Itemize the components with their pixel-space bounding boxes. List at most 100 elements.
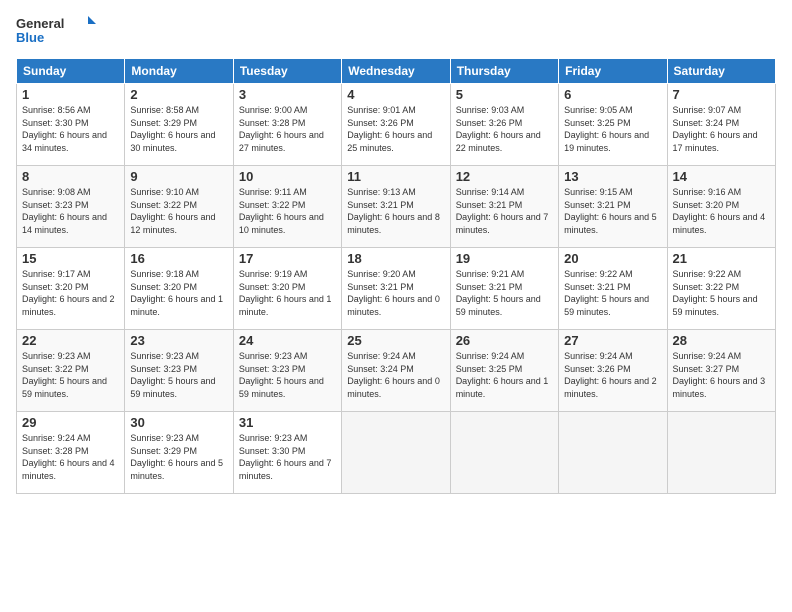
calendar-cell: 15 Sunrise: 9:17 AM Sunset: 3:20 PM Dayli…: [17, 248, 125, 330]
calendar-page: General Blue SundayMondayTuesdayWednesda…: [0, 0, 792, 612]
day-info: Sunrise: 9:22 AM Sunset: 3:22 PM Dayligh…: [673, 268, 770, 318]
calendar-cell: 30Sunrise: 9:23 AM Sunset: 3:29 PM Dayli…: [125, 412, 233, 494]
day-number: 13: [564, 169, 661, 184]
day-number: 29: [22, 415, 119, 430]
day-info: Sunrise: 9:00 AM Sunset: 3:28 PM Dayligh…: [239, 104, 336, 154]
weekday-header: Wednesday: [342, 59, 450, 84]
day-number: 20: [564, 251, 661, 266]
day-info: Sunrise: 9:22 AM Sunset: 3:21 PM Dayligh…: [564, 268, 661, 318]
day-info: Sunrise: 9:23 AM Sunset: 3:22 PM Dayligh…: [22, 350, 119, 400]
calendar-cell: 28 Sunrise: 9:24 AM Sunset: 3:27 PM Dayli…: [667, 330, 775, 412]
calendar-cell: 19Sunrise: 9:21 AM Sunset: 3:21 PM Dayli…: [450, 248, 558, 330]
day-info: Sunrise: 9:18 AM Sunset: 3:20 PM Dayligh…: [130, 268, 227, 318]
day-number: 16: [130, 251, 227, 266]
calendar-cell: 13Sunrise: 9:15 AM Sunset: 3:21 PM Dayli…: [559, 166, 667, 248]
day-number: 22: [22, 333, 119, 348]
calendar-cell: 31 Sunrise: 9:23 AM Sunset: 3:30 PM Dayli…: [233, 412, 341, 494]
calendar-cell: 24Sunrise: 9:23 AM Sunset: 3:23 PM Dayli…: [233, 330, 341, 412]
calendar-cell: 12Sunrise: 9:14 AM Sunset: 3:21 PM Dayli…: [450, 166, 558, 248]
day-info: Sunrise: 9:19 AM Sunset: 3:20 PM Dayligh…: [239, 268, 336, 318]
day-number: 2: [130, 87, 227, 102]
day-info: Sunrise: 9:24 AM Sunset: 3:28 PM Dayligh…: [22, 432, 119, 482]
calendar-cell: 25 Sunrise: 9:24 AM Sunset: 3:24 PM Dayli…: [342, 330, 450, 412]
day-number: 15: [22, 251, 119, 266]
day-number: 14: [673, 169, 770, 184]
calendar-cell: 2Sunrise: 8:58 AM Sunset: 3:29 PM Daylig…: [125, 84, 233, 166]
calendar-cell: 18 Sunrise: 9:20 AM Sunset: 3:21 PM Dayli…: [342, 248, 450, 330]
calendar-cell: 14 Sunrise: 9:16 AM Sunset: 3:20 PM Dayli…: [667, 166, 775, 248]
calendar-cell: [450, 412, 558, 494]
calendar-cell: 3 Sunrise: 9:00 AM Sunset: 3:28 PM Daylig…: [233, 84, 341, 166]
calendar-cell: 26 Sunrise: 9:24 AM Sunset: 3:25 PM Dayli…: [450, 330, 558, 412]
day-number: 26: [456, 333, 553, 348]
day-info: Sunrise: 9:24 AM Sunset: 3:25 PM Dayligh…: [456, 350, 553, 400]
weekday-header: Thursday: [450, 59, 558, 84]
day-number: 25: [347, 333, 444, 348]
day-number: 23: [130, 333, 227, 348]
calendar-cell: 10 Sunrise: 9:11 AM Sunset: 3:22 PM Dayli…: [233, 166, 341, 248]
day-number: 17: [239, 251, 336, 266]
calendar-cell: 11Sunrise: 9:13 AM Sunset: 3:21 PM Dayli…: [342, 166, 450, 248]
day-info: Sunrise: 9:23 AM Sunset: 3:29 PM Dayligh…: [130, 432, 227, 482]
day-number: 4: [347, 87, 444, 102]
day-info: Sunrise: 9:20 AM Sunset: 3:21 PM Dayligh…: [347, 268, 444, 318]
calendar-cell: 8 Sunrise: 9:08 AM Sunset: 3:23 PM Daylig…: [17, 166, 125, 248]
day-info: Sunrise: 9:05 AM Sunset: 3:25 PM Dayligh…: [564, 104, 661, 154]
header: General Blue: [16, 12, 776, 52]
calendar-table: SundayMondayTuesdayWednesdayThursdayFrid…: [16, 58, 776, 494]
day-info: Sunrise: 9:24 AM Sunset: 3:27 PM Dayligh…: [673, 350, 770, 400]
day-number: 10: [239, 169, 336, 184]
weekday-header: Sunday: [17, 59, 125, 84]
day-number: 18: [347, 251, 444, 266]
weekday-header: Saturday: [667, 59, 775, 84]
day-info: Sunrise: 9:03 AM Sunset: 3:26 PM Dayligh…: [456, 104, 553, 154]
calendar-cell: 7 Sunrise: 9:07 AM Sunset: 3:24 PM Daylig…: [667, 84, 775, 166]
day-info: Sunrise: 9:24 AM Sunset: 3:24 PM Dayligh…: [347, 350, 444, 400]
calendar-body: 1Sunrise: 8:56 AM Sunset: 3:30 PM Daylig…: [17, 84, 776, 494]
calendar-cell: 5 Sunrise: 9:03 AM Sunset: 3:26 PM Daylig…: [450, 84, 558, 166]
calendar-cell: [559, 412, 667, 494]
calendar-cell: 23 Sunrise: 9:23 AM Sunset: 3:23 PM Dayli…: [125, 330, 233, 412]
calendar-cell: 6 Sunrise: 9:05 AM Sunset: 3:25 PM Daylig…: [559, 84, 667, 166]
calendar-week-row: 15 Sunrise: 9:17 AM Sunset: 3:20 PM Dayli…: [17, 248, 776, 330]
day-number: 21: [673, 251, 770, 266]
calendar-cell: 9Sunrise: 9:10 AM Sunset: 3:22 PM Daylig…: [125, 166, 233, 248]
day-info: Sunrise: 9:23 AM Sunset: 3:30 PM Dayligh…: [239, 432, 336, 482]
calendar-cell: [667, 412, 775, 494]
calendar-cell: 17 Sunrise: 9:19 AM Sunset: 3:20 PM Dayli…: [233, 248, 341, 330]
day-info: Sunrise: 9:16 AM Sunset: 3:20 PM Dayligh…: [673, 186, 770, 236]
day-info: Sunrise: 9:23 AM Sunset: 3:23 PM Dayligh…: [130, 350, 227, 400]
svg-text:Blue: Blue: [16, 30, 44, 45]
logo-svg: General Blue: [16, 12, 96, 52]
day-number: 28: [673, 333, 770, 348]
day-number: 5: [456, 87, 553, 102]
day-info: Sunrise: 9:23 AM Sunset: 3:23 PM Dayligh…: [239, 350, 336, 400]
calendar-cell: 21 Sunrise: 9:22 AM Sunset: 3:22 PM Dayli…: [667, 248, 775, 330]
day-number: 3: [239, 87, 336, 102]
day-info: Sunrise: 9:07 AM Sunset: 3:24 PM Dayligh…: [673, 104, 770, 154]
day-number: 6: [564, 87, 661, 102]
calendar-cell: 29 Sunrise: 9:24 AM Sunset: 3:28 PM Dayli…: [17, 412, 125, 494]
svg-text:General: General: [16, 16, 64, 31]
calendar-cell: 22 Sunrise: 9:23 AM Sunset: 3:22 PM Dayli…: [17, 330, 125, 412]
day-number: 8: [22, 169, 119, 184]
calendar-week-row: 29 Sunrise: 9:24 AM Sunset: 3:28 PM Dayli…: [17, 412, 776, 494]
calendar-cell: [342, 412, 450, 494]
calendar-week-row: 1Sunrise: 8:56 AM Sunset: 3:30 PM Daylig…: [17, 84, 776, 166]
day-info: Sunrise: 9:11 AM Sunset: 3:22 PM Dayligh…: [239, 186, 336, 236]
day-info: Sunrise: 9:17 AM Sunset: 3:20 PM Dayligh…: [22, 268, 119, 318]
day-number: 27: [564, 333, 661, 348]
calendar-cell: 16 Sunrise: 9:18 AM Sunset: 3:20 PM Dayli…: [125, 248, 233, 330]
day-number: 1: [22, 87, 119, 102]
weekday-header: Friday: [559, 59, 667, 84]
logo: General Blue: [16, 12, 96, 52]
calendar-cell: 4 Sunrise: 9:01 AM Sunset: 3:26 PM Daylig…: [342, 84, 450, 166]
day-info: Sunrise: 9:08 AM Sunset: 3:23 PM Dayligh…: [22, 186, 119, 236]
day-number: 31: [239, 415, 336, 430]
day-number: 11: [347, 169, 444, 184]
calendar-week-row: 8 Sunrise: 9:08 AM Sunset: 3:23 PM Daylig…: [17, 166, 776, 248]
day-number: 12: [456, 169, 553, 184]
day-info: Sunrise: 9:01 AM Sunset: 3:26 PM Dayligh…: [347, 104, 444, 154]
day-number: 7: [673, 87, 770, 102]
calendar-cell: 27Sunrise: 9:24 AM Sunset: 3:26 PM Dayli…: [559, 330, 667, 412]
